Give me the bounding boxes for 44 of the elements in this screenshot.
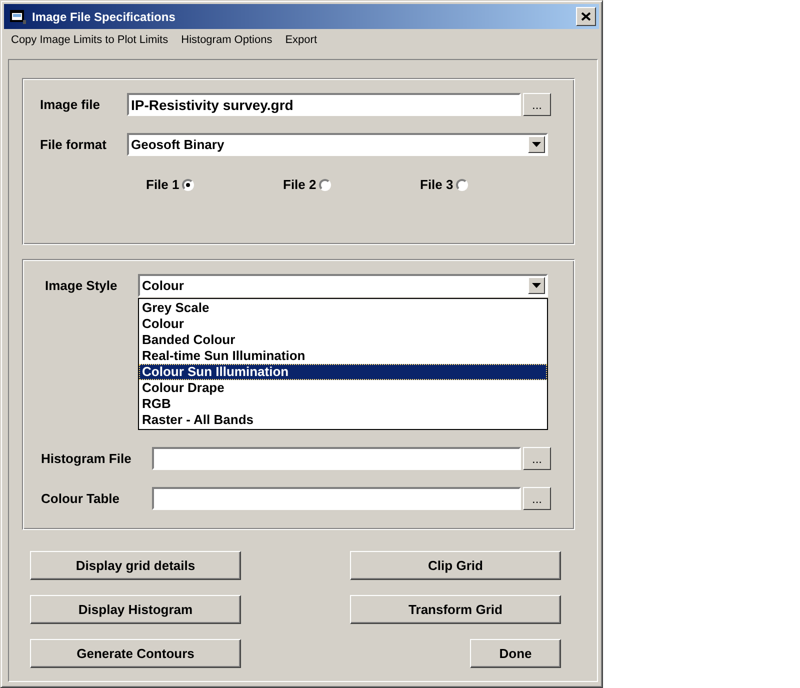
dropdown-option[interactable]: Raster - All Bands: [139, 412, 547, 428]
radio-label: File 3: [420, 177, 454, 192]
action-button[interactable]: Display grid details: [30, 551, 241, 580]
colour-table-field[interactable]: [152, 487, 521, 510]
window-title: Image File Specifications: [32, 10, 176, 24]
action-button[interactable]: Generate Contours: [30, 639, 241, 668]
radio-button[interactable]: [319, 178, 332, 190]
dropdown-option[interactable]: Colour: [139, 316, 547, 332]
browse-button[interactable]: ...: [523, 487, 551, 510]
caret-icon: [532, 283, 541, 288]
dropdown-option[interactable]: RGB: [139, 396, 547, 412]
radio-label: File 2: [283, 177, 316, 192]
action-button[interactable]: Done: [470, 639, 561, 668]
menu-item[interactable]: Histogram Options: [180, 34, 274, 46]
image-file-field[interactable]: IP-Resistivity survey.grd: [127, 93, 521, 116]
action-button[interactable]: Transform Grid: [350, 595, 561, 624]
field-label: Image file: [40, 97, 101, 112]
dropdown-option[interactable]: Grey Scale: [139, 300, 547, 316]
field-label: Image Style: [45, 278, 118, 293]
browse-button[interactable]: ...: [523, 93, 551, 116]
caret-icon: [532, 142, 541, 147]
histogram-file-field[interactable]: [152, 447, 521, 470]
dropdown-option[interactable]: Colour Sun Illumination: [139, 364, 547, 380]
action-button[interactable]: Clip Grid: [350, 551, 561, 580]
radio-label: File 1: [146, 177, 180, 192]
radio-button[interactable]: [182, 178, 194, 190]
field-label: Histogram File: [41, 451, 132, 466]
field-label: File format: [40, 137, 108, 152]
browse-button[interactable]: ...: [523, 447, 551, 470]
dropdown-arrow-button[interactable]: [528, 277, 545, 294]
menu-item[interactable]: Copy Image Limits to Plot Limits: [10, 34, 170, 46]
action-button[interactable]: Display Histogram: [30, 595, 241, 624]
field-label: Colour Table: [41, 491, 120, 506]
dropdown-arrow-button[interactable]: [528, 136, 545, 153]
close-icon: [581, 12, 591, 21]
dropdown-option[interactable]: Colour Drape: [139, 380, 547, 396]
dropdown-option[interactable]: Banded Colour: [139, 332, 547, 348]
window-app-icon: [10, 10, 26, 24]
menu-item[interactable]: Export: [284, 34, 318, 46]
close-button[interactable]: [576, 7, 596, 26]
dropdown-option[interactable]: Real-time Sun Illumination: [139, 348, 547, 364]
file-format-dropdown[interactable]: Geosoft Binary: [127, 133, 548, 156]
radio-button[interactable]: [456, 178, 468, 190]
image-style-dropdown[interactable]: Colour: [138, 274, 548, 297]
